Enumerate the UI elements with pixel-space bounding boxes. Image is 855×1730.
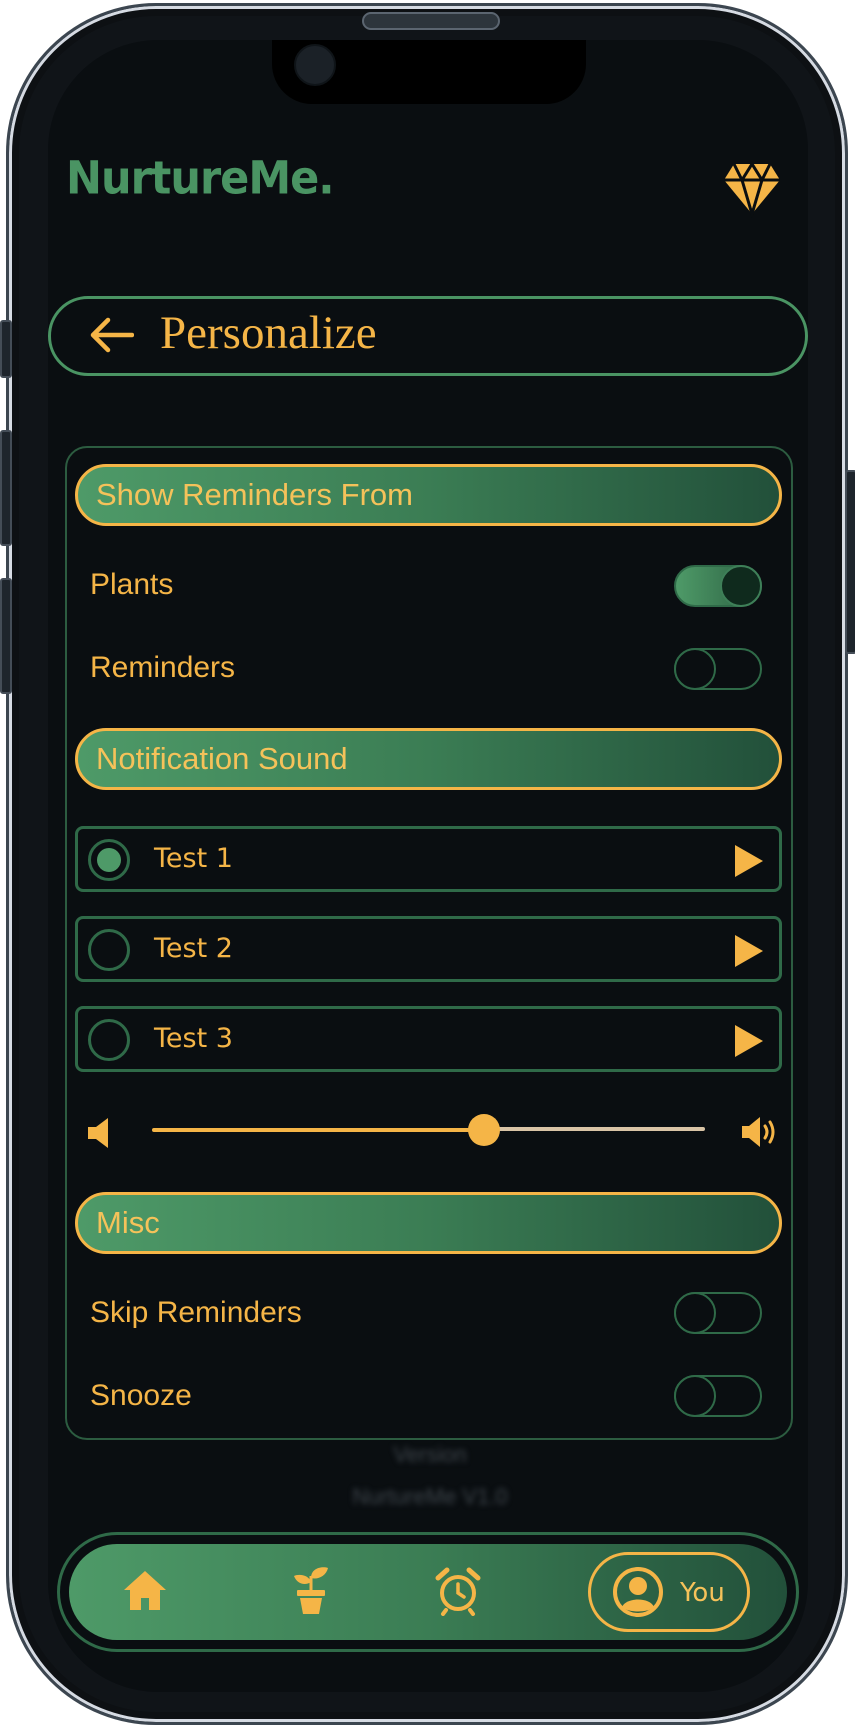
- skip-reminders-label: Skip Reminders: [90, 1296, 302, 1329]
- reminders-label: Reminders: [90, 651, 236, 684]
- snooze-toggle[interactable]: [674, 1375, 762, 1417]
- plants-label: Plants: [90, 568, 174, 601]
- plant-icon[interactable]: [288, 1564, 334, 1616]
- toggle-knob: [674, 1292, 716, 1334]
- radio-button[interactable]: [88, 839, 130, 881]
- volume-high-icon: [742, 1117, 775, 1147]
- sound-option-test-2[interactable]: Test 2: [75, 916, 782, 982]
- version-number: NurtureMe V1.0: [352, 1484, 508, 1509]
- back-arrow-icon[interactable]: [88, 315, 134, 355]
- profile-icon: [613, 1567, 663, 1617]
- camera: [294, 44, 336, 86]
- sound-name: Test 1: [154, 843, 233, 874]
- play-icon[interactable]: [733, 843, 765, 879]
- nav-label-you: You: [680, 1578, 725, 1608]
- volume-low-icon: [88, 1118, 108, 1148]
- sound-name: Test 2: [154, 933, 233, 964]
- toggle-knob: [674, 648, 716, 690]
- volume-slider-track[interactable]: [483, 1127, 705, 1131]
- volume-down-button: [0, 578, 12, 694]
- section-header-reminders: Show Reminders From: [75, 464, 782, 526]
- speaker-grille: [362, 12, 500, 30]
- reminders-toggle[interactable]: [674, 648, 762, 690]
- alarm-icon[interactable]: [434, 1566, 482, 1616]
- sound-option-test-3[interactable]: Test 3: [75, 1006, 782, 1072]
- app-logo: NurtureMe.: [66, 152, 335, 206]
- page-title: Personalize: [160, 307, 377, 359]
- diamond-icon[interactable]: [722, 158, 782, 218]
- volume-slider-thumb[interactable]: [467, 1114, 500, 1146]
- mute-switch: [0, 320, 12, 378]
- volume-up-button: [0, 430, 12, 546]
- snooze-label: Snooze: [90, 1379, 192, 1412]
- radio-button[interactable]: [88, 929, 130, 971]
- toggle-knob: [720, 565, 762, 607]
- play-icon[interactable]: [733, 933, 765, 969]
- sound-option-test-1[interactable]: Test 1: [75, 826, 782, 892]
- home-icon[interactable]: [122, 1568, 168, 1614]
- plants-toggle[interactable]: [674, 565, 762, 607]
- toggle-knob: [674, 1375, 716, 1417]
- section-header-sound: Notification Sound: [75, 728, 782, 790]
- sound-name: Test 3: [154, 1023, 233, 1054]
- power-button: [845, 470, 855, 654]
- play-icon[interactable]: [733, 1023, 765, 1059]
- skip-reminders-toggle[interactable]: [674, 1292, 762, 1334]
- radio-button[interactable]: [88, 1019, 130, 1061]
- version-label: Version: [393, 1442, 467, 1467]
- section-header-misc: Misc: [75, 1192, 782, 1254]
- volume-slider-fill: [152, 1128, 484, 1132]
